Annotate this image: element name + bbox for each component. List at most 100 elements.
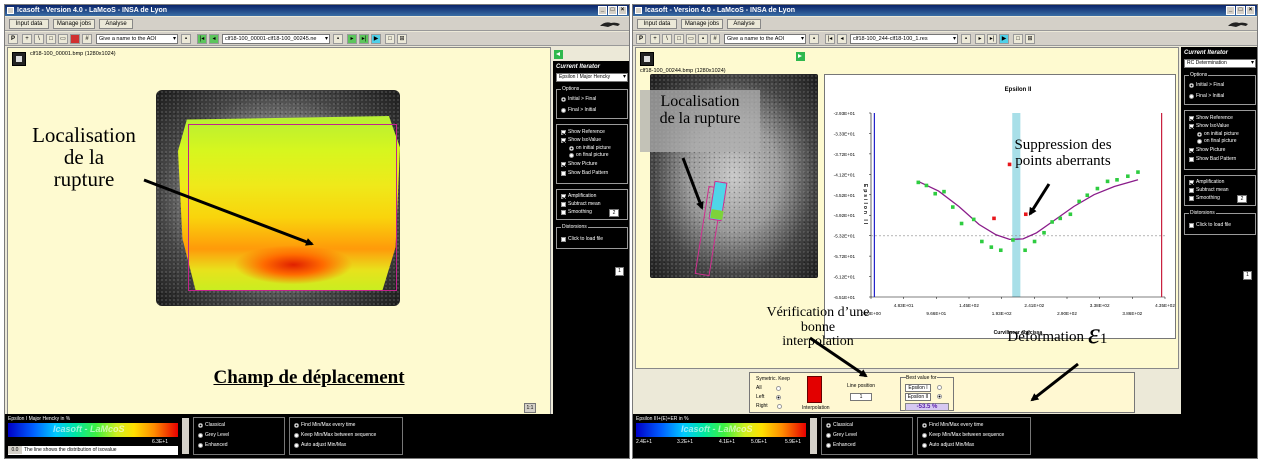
last-frame-icon[interactable]: ▸| bbox=[359, 34, 369, 44]
tab-manage-jobs[interactable]: Manage jobs bbox=[681, 19, 723, 29]
print-icon[interactable]: P bbox=[8, 34, 18, 44]
left-image-view[interactable]: clf18-100_00001.bmp (1280x1024) 1:1 bbox=[7, 47, 551, 415]
check-amplification[interactable]: Amplification bbox=[561, 193, 596, 199]
polygon-tool-icon[interactable]: ▭ bbox=[686, 34, 696, 44]
check-smoothing[interactable]: Smoothing bbox=[561, 209, 592, 215]
check-load-distorsion-file[interactable]: Click to load file bbox=[1189, 222, 1231, 228]
first-frame-icon[interactable]: |◂ bbox=[825, 34, 835, 44]
sequence-combo[interactable]: clf18-100_244-clf18-100_1.res bbox=[850, 34, 958, 44]
radio-epsilon-2[interactable] bbox=[937, 394, 942, 399]
radio-auto-adjust-minmax[interactable]: Auto adjust Min/Max bbox=[922, 442, 974, 448]
first-frame-icon[interactable]: |◂ bbox=[197, 34, 207, 44]
radio-initial-final[interactable]: Initial > Final bbox=[561, 96, 596, 102]
right-panel-expand-arrow-icon[interactable] bbox=[796, 52, 805, 61]
radio-keep-minmax[interactable]: Keep Min/Max between sequence bbox=[922, 432, 1004, 438]
plus-icon[interactable]: + bbox=[22, 34, 32, 44]
check-amplification[interactable]: Amplification bbox=[1189, 179, 1224, 185]
radio-epsilon-1[interactable] bbox=[937, 385, 942, 390]
radio-find-minmax[interactable]: Find Min/Max every time bbox=[294, 422, 355, 428]
last-frame-icon[interactable]: ▸| bbox=[987, 34, 997, 44]
check-show-bad-pattern[interactable]: Show Bad Pattern bbox=[1189, 156, 1236, 162]
tab-input-data[interactable]: Input data bbox=[637, 19, 677, 29]
save-icon[interactable]: ▪ bbox=[181, 34, 191, 44]
scale-1to1-button[interactable]: 1:1 bbox=[524, 403, 536, 413]
minimize-icon[interactable]: _ bbox=[598, 6, 607, 15]
radio-initial-final[interactable]: Initial > Final bbox=[1189, 82, 1224, 88]
plus-icon[interactable]: + bbox=[650, 34, 660, 44]
play-icon[interactable]: ▶ bbox=[371, 34, 381, 44]
sequence-combo[interactable]: clf18-100_00001-clf18-100_00245.ne bbox=[222, 34, 330, 44]
radio-keep-minmax[interactable]: Keep Min/Max between sequence bbox=[294, 432, 376, 438]
check-show-isovalue[interactable]: Show IsoValue bbox=[561, 137, 601, 143]
image-menu-icon[interactable] bbox=[12, 52, 26, 66]
smoothing-stepper[interactable]: 2 bbox=[1237, 195, 1247, 203]
radio-on-initial-picture[interactable]: on initial picture bbox=[569, 145, 611, 151]
previous-frame-icon[interactable]: ◂ bbox=[209, 34, 219, 44]
radio-classical[interactable]: Classical bbox=[826, 422, 853, 428]
panel-page-button[interactable]: 1 bbox=[615, 267, 624, 276]
radio-find-minmax[interactable]: Find Min/Max every time bbox=[922, 422, 983, 428]
tile-icon[interactable]: ⊞ bbox=[1025, 34, 1035, 44]
radio-final-initial[interactable]: Final > Initial bbox=[1189, 93, 1224, 99]
radio-enhanced[interactable]: Enhanced bbox=[826, 442, 856, 448]
tile-icon[interactable]: ⊞ bbox=[397, 34, 407, 44]
iterator-combo[interactable]: RC Determination bbox=[1184, 59, 1256, 68]
radio-on-final-picture[interactable]: on final picture bbox=[1197, 138, 1237, 144]
check-show-reference[interactable]: Show Reference bbox=[561, 129, 605, 135]
image-menu-icon[interactable] bbox=[640, 52, 654, 66]
smoothing-stepper[interactable]: 2 bbox=[609, 209, 619, 217]
check-show-isovalue[interactable]: Show IsoValue bbox=[1189, 123, 1229, 129]
check-show-picture[interactable]: Show Picture bbox=[1189, 147, 1225, 153]
sequence-save-icon[interactable]: ▪ bbox=[961, 34, 971, 44]
radio-grey-level[interactable]: Grey Level bbox=[198, 432, 229, 438]
next-frame-icon[interactable]: ▸ bbox=[347, 34, 357, 44]
interpolation-indicator[interactable] bbox=[807, 376, 822, 403]
minimize-icon[interactable]: _ bbox=[1226, 6, 1235, 15]
radio-symetric-all[interactable]: All bbox=[756, 385, 781, 391]
delete-aoi-icon[interactable]: ▪ bbox=[698, 34, 708, 44]
radio-grey-level[interactable]: Grey Level bbox=[826, 432, 857, 438]
aoi-name-combo[interactable]: Give a name to the AOI bbox=[96, 34, 178, 44]
maximize-icon[interactable]: □ bbox=[608, 6, 617, 15]
check-show-bad-pattern[interactable]: Show Bad Pattern bbox=[561, 170, 608, 176]
rectangle-tool-icon[interactable]: □ bbox=[46, 34, 56, 44]
tab-manage-jobs[interactable]: Manage jobs bbox=[53, 19, 95, 29]
window-icon[interactable]: □ bbox=[1013, 34, 1023, 44]
colorbar-scrollbar[interactable] bbox=[810, 418, 817, 454]
line-tool-icon[interactable]: \ bbox=[34, 34, 44, 44]
print-icon[interactable]: P bbox=[636, 34, 646, 44]
radio-symetric-left[interactable]: Left bbox=[756, 394, 782, 400]
window-icon[interactable]: □ bbox=[385, 34, 395, 44]
maximize-icon[interactable]: □ bbox=[1236, 6, 1245, 15]
radio-enhanced[interactable]: Enhanced bbox=[198, 442, 228, 448]
rectangle-tool-icon[interactable]: □ bbox=[674, 34, 684, 44]
check-show-picture[interactable]: Show Picture bbox=[561, 161, 597, 167]
close-icon[interactable]: × bbox=[618, 6, 627, 15]
line-position-slider[interactable]: 1 bbox=[850, 393, 872, 401]
tab-analyse[interactable]: Analyse bbox=[99, 19, 133, 29]
previous-frame-icon[interactable]: ◂ bbox=[837, 34, 847, 44]
left-window-collapse-arrow-icon[interactable] bbox=[554, 50, 563, 59]
iterator-combo[interactable]: Epsilon I Major Hencky bbox=[556, 73, 628, 82]
grid-tool-icon[interactable]: # bbox=[710, 34, 720, 44]
save-icon[interactable]: ▪ bbox=[809, 34, 819, 44]
radio-symetric-right[interactable]: Right bbox=[756, 403, 782, 409]
aoi-name-combo[interactable]: Give a name to the AOI bbox=[724, 34, 806, 44]
tab-input-data[interactable]: Input data bbox=[9, 19, 49, 29]
check-subtract-mean[interactable]: Subtract mean bbox=[561, 201, 601, 207]
check-subtract-mean[interactable]: Subtract mean bbox=[1189, 187, 1229, 193]
radio-auto-adjust-minmax[interactable]: Auto adjust Min/Max bbox=[294, 442, 346, 448]
check-load-distorsion-file[interactable]: Click to load file bbox=[561, 236, 603, 242]
tab-analyse[interactable]: Analyse bbox=[727, 19, 761, 29]
radio-on-final-picture[interactable]: on final picture bbox=[569, 152, 609, 158]
play-icon[interactable]: ▶ bbox=[999, 34, 1009, 44]
next-frame-icon[interactable]: ▸ bbox=[975, 34, 985, 44]
grid-tool-icon[interactable]: # bbox=[82, 34, 92, 44]
radio-final-initial[interactable]: Final > Initial bbox=[561, 107, 596, 113]
close-icon[interactable]: × bbox=[1246, 6, 1255, 15]
check-smoothing[interactable]: Smoothing bbox=[1189, 195, 1220, 201]
colorbar-scrollbar[interactable] bbox=[182, 418, 189, 454]
sequence-save-icon[interactable]: ▪ bbox=[333, 34, 343, 44]
line-tool-icon[interactable]: \ bbox=[662, 34, 672, 44]
radio-on-initial-picture[interactable]: on initial picture bbox=[1197, 131, 1239, 137]
